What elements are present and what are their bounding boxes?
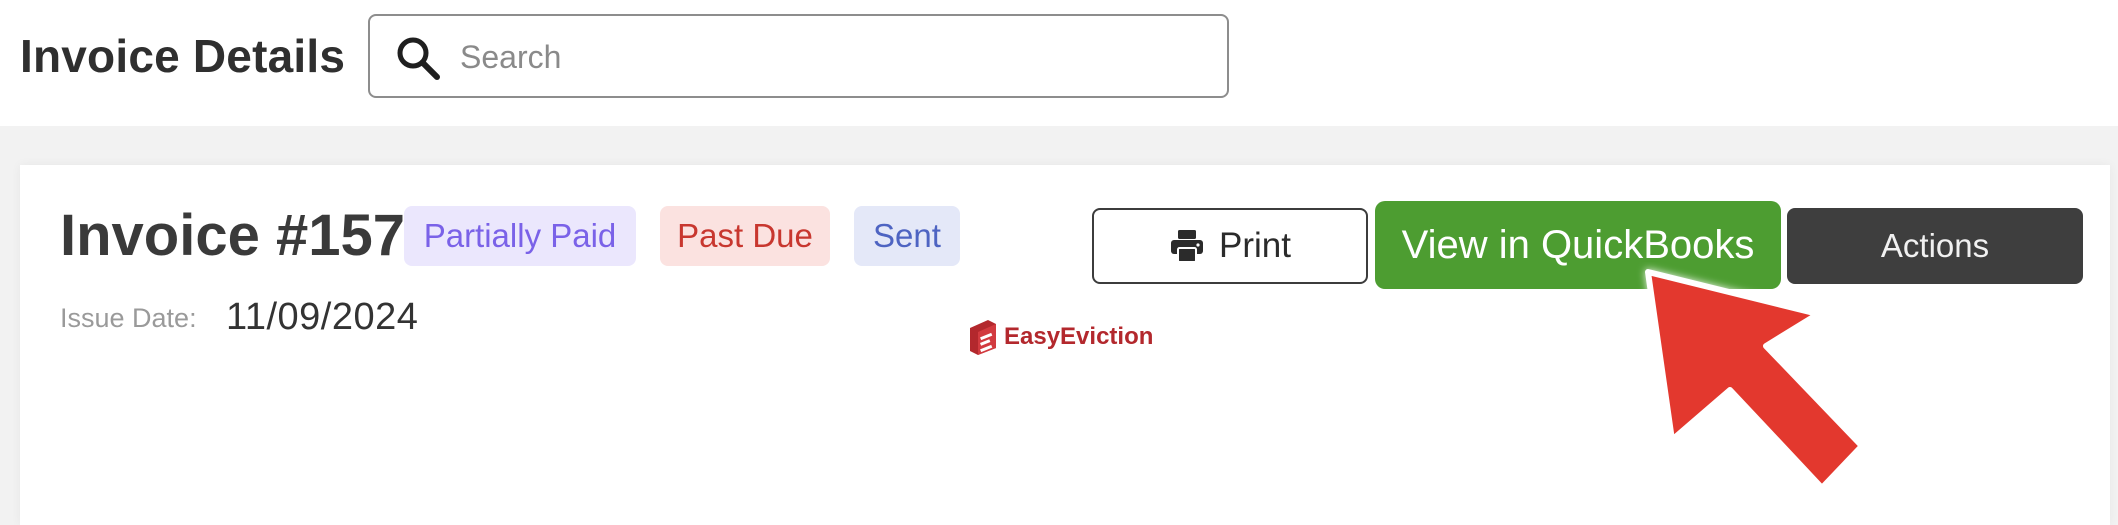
search-box[interactable] <box>368 14 1229 98</box>
view-in-quickbooks-label: View in QuickBooks <box>1401 222 1755 267</box>
easyeviction-logo: EasyEviction <box>968 317 1153 357</box>
status-badge-sent: Sent <box>854 206 960 266</box>
print-button[interactable]: Print <box>1092 208 1368 284</box>
printer-icon <box>1171 230 1204 263</box>
issue-date-label: Issue Date: <box>60 303 197 333</box>
easyeviction-logo-text: EasyEviction <box>1004 323 1154 350</box>
print-button-label: Print <box>1219 226 1291 265</box>
issue-date-value: 11/09/2024 <box>226 296 419 338</box>
search-icon <box>397 37 440 80</box>
page-title: Invoice Details <box>20 30 346 82</box>
easyeviction-logo-icon <box>970 320 996 355</box>
invoice-title: Invoice #157 <box>60 203 405 268</box>
search-input[interactable] <box>460 30 1200 84</box>
pointer-arrow-icon <box>1645 269 1865 491</box>
status-badge-partially-paid: Partially Paid <box>404 206 636 266</box>
top-bar: Invoice Details <box>0 0 2118 126</box>
actions-button-label: Actions <box>1880 227 1990 264</box>
status-badge-past-due: Past Due <box>660 206 830 266</box>
